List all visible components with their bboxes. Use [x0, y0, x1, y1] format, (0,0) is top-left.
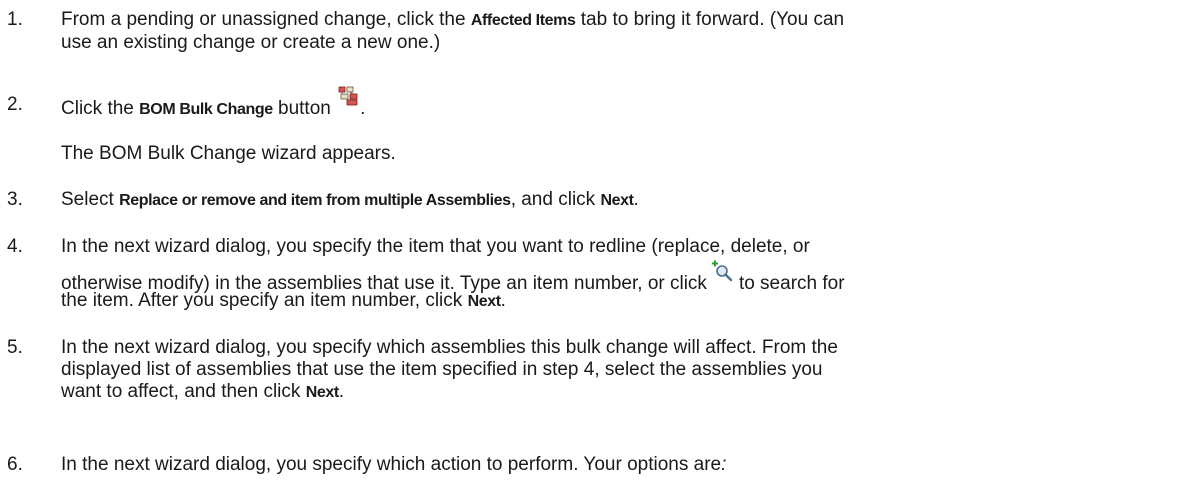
procedure-steps: 1. From a pending or unassigned change, … [0, 0, 1182, 487]
step-text: In the next wizard dialog, you specify t… [61, 236, 810, 257]
next-button-ref: Next [467, 293, 501, 310]
step-number: 3. [7, 189, 23, 210]
step-text: . [633, 189, 639, 210]
step-text: . [500, 290, 506, 311]
step-result-text: The BOM Bulk Change wizard appears. [61, 143, 396, 164]
step-text: In the next wizard dialog, you specify w… [61, 454, 722, 475]
step-number: 6. [7, 454, 23, 475]
step-text: displayed list of assemblies that use th… [61, 359, 823, 380]
step-text: In the next wizard dialog, you specify w… [61, 337, 838, 358]
step-number: 5. [7, 337, 23, 358]
step-number: 2. [7, 94, 23, 115]
step-text: use an existing change or create a new o… [61, 32, 441, 53]
step-text: button [272, 98, 331, 119]
step-text: . [338, 381, 345, 402]
bom-bulk-change-button-ref: BOM Bulk Change [139, 101, 273, 118]
step-text: From a pending or unassigned change, cli… [61, 9, 471, 30]
step-text: . [360, 98, 366, 119]
step-text: tab to bring it forward. (You can [575, 9, 845, 30]
step-number: 1. [7, 9, 23, 30]
next-button-ref: Next [305, 384, 339, 401]
step-text: the item. After you specify an item numb… [61, 290, 468, 311]
step-number: 4. [7, 236, 23, 257]
step-text: Select [61, 189, 120, 210]
affected-items-tab-ref: Affected Items [470, 12, 576, 29]
step-text: , and click [510, 189, 601, 210]
step-text-italic: : [721, 454, 727, 475]
next-button-ref: Next [600, 192, 634, 209]
step-text: want to affect, and then click [61, 381, 306, 402]
option-ref: Replace or remove and item from multiple… [119, 192, 511, 209]
search-icon [711, 260, 733, 282]
bom-bulk-change-icon [338, 86, 360, 106]
step-text: Click the [61, 98, 140, 119]
